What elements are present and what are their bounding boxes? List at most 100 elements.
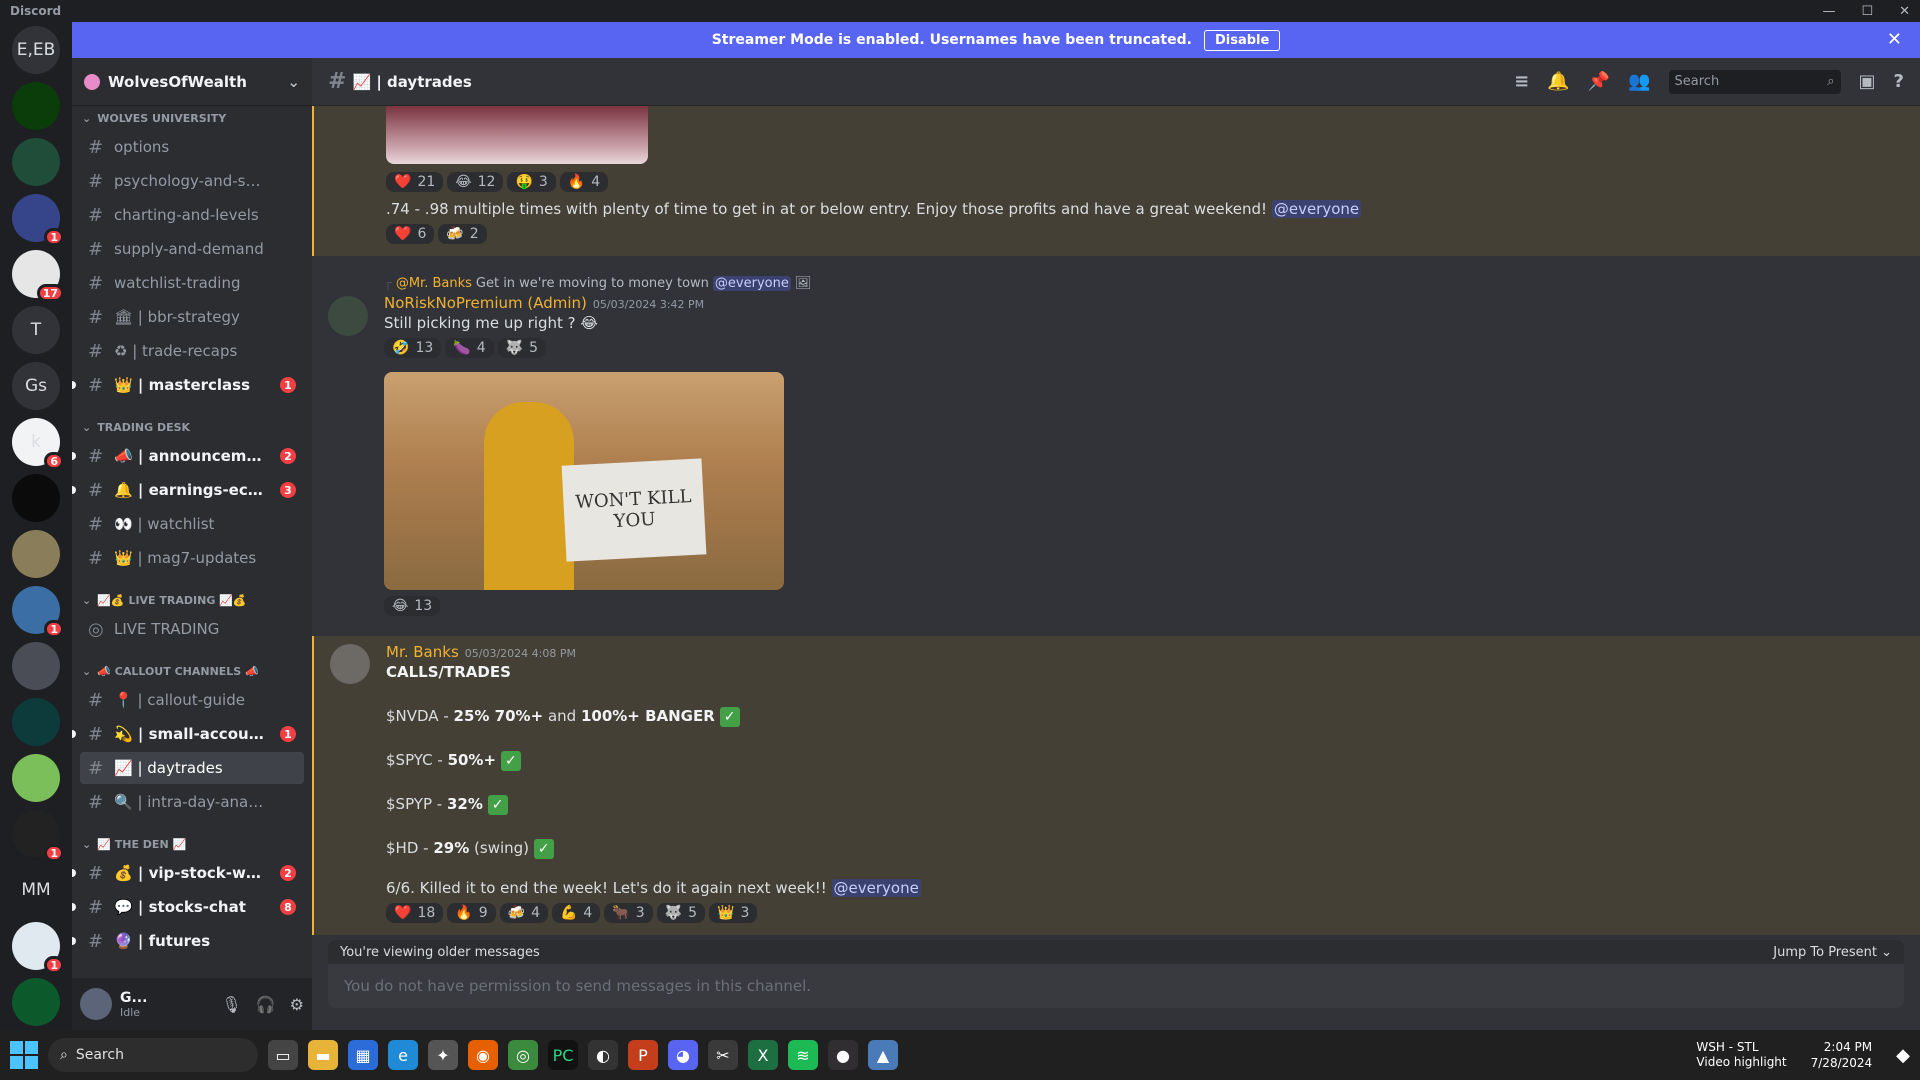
app-icon[interactable]: ◐ (588, 1040, 618, 1070)
chrome-icon[interactable]: ◎ (508, 1040, 538, 1070)
guild-header[interactable]: WolvesOfWealth ⌄ (72, 58, 312, 106)
reaction-chip[interactable]: 🐺 5 (656, 903, 706, 923)
channel-item[interactable]: # ♻ | trade-recaps (80, 335, 304, 367)
channel-category[interactable]: ⌄ 📈💰 LIVE TRADING 📈💰 (80, 576, 304, 611)
channel-item[interactable]: # options (80, 131, 304, 163)
server-icon[interactable]: T (12, 306, 60, 354)
channel-category[interactable]: ⌄ 📣 CALLOUT CHANNELS 📣 (80, 647, 304, 682)
reaction-chip[interactable]: 🤣 13 (384, 338, 442, 358)
pin-icon[interactable]: 📌 (1588, 71, 1610, 92)
store-icon[interactable]: ▦ (348, 1040, 378, 1070)
reaction-chip[interactable]: 🐂 3 (604, 903, 653, 923)
channel-item[interactable]: # 👀 | watchlist (80, 508, 304, 540)
discord-icon[interactable]: ◕ (668, 1040, 698, 1070)
channel-item[interactable]: # 💰 | vip-stock-wins 2 (72, 857, 304, 889)
weather-widget[interactable]: WSH - STL Video highlight (1696, 1040, 1786, 1070)
avatar[interactable] (328, 296, 368, 336)
server-icon[interactable]: 1 (12, 194, 64, 246)
server-icon[interactable] (12, 474, 60, 522)
server-icon[interactable] (12, 642, 60, 690)
channel-item[interactable]: # 👑 | mag7-updates (80, 542, 304, 574)
copilot-icon[interactable]: ◆ (1896, 1045, 1910, 1066)
reply-preview[interactable]: ┌ @Mr. Banks Get in we're moving to mone… (384, 276, 1904, 291)
close-banner-icon[interactable]: ✕ (1887, 29, 1902, 50)
edge-icon[interactable]: e (388, 1040, 418, 1070)
server-icon[interactable]: k6 (12, 418, 64, 470)
channel-item[interactable]: # 💬 | stocks-chat 8 (72, 891, 304, 923)
jump-to-present-button[interactable]: Jump To Present ⌄ (1773, 945, 1892, 960)
server-icon[interactable] (12, 754, 60, 802)
snipping-tool-icon[interactable]: ✂ (708, 1040, 738, 1070)
threads-icon[interactable]: ≡ (1514, 71, 1529, 92)
channel-category[interactable]: ⌄ TRADING DESK (80, 403, 304, 438)
clock[interactable]: 2:04 PM 7/28/2024 (1811, 1039, 1873, 1071)
powerpoint-icon[interactable]: P (628, 1040, 658, 1070)
server-icon[interactable]: 1 (12, 922, 64, 974)
server-icon[interactable]: 17 (12, 250, 64, 302)
reaction-chip[interactable]: ❤️ 18 (386, 903, 444, 923)
server-icon[interactable] (12, 138, 60, 186)
channel-item[interactable]: # supply-and-demand (80, 233, 304, 265)
reaction-chip[interactable]: 🐺 5 (497, 338, 546, 358)
close-icon[interactable]: ✕ (1899, 4, 1910, 19)
reaction-chip[interactable]: 😂 12 (447, 172, 504, 192)
reaction-chip[interactable]: 💪 4 (551, 903, 601, 923)
avatar[interactable] (80, 988, 112, 1020)
photos-icon[interactable]: ▲ (868, 1040, 898, 1070)
channel-item[interactable]: # 📍 | callout-guide (80, 684, 304, 716)
channel-item[interactable]: # psychology-and-strategi... (80, 165, 304, 197)
server-icon[interactable] (12, 698, 60, 746)
image-attachment[interactable] (386, 106, 648, 164)
reply-author[interactable]: @Mr. Banks (396, 276, 472, 291)
headphones-icon[interactable]: 🎧 (256, 995, 276, 1014)
reaction-chip[interactable]: 🍻 2 (438, 224, 487, 244)
channel-item[interactable]: # 🔮 | futures (72, 925, 304, 957)
spotify-icon[interactable]: ≋ (788, 1040, 818, 1070)
channel-category[interactable]: ⌄ WOLVES UNIVERSITY (80, 110, 304, 129)
channel-item[interactable]: # 📣 | announcements 2 (72, 440, 304, 472)
disable-streamer-button[interactable]: Disable (1203, 29, 1281, 51)
excel-icon[interactable]: X (748, 1040, 778, 1070)
server-icon[interactable]: Gs (12, 362, 60, 410)
taskbar-search[interactable]: ⌕ Search (48, 1038, 258, 1072)
obs-icon[interactable]: ● (828, 1040, 858, 1070)
bell-icon[interactable]: 🔔 (1547, 71, 1569, 92)
search-input[interactable]: Search ⌕ (1668, 69, 1841, 94)
server-icon[interactable]: MM (12, 866, 60, 914)
channel-item[interactable]: # charting-and-levels (80, 199, 304, 231)
reaction-chip[interactable]: ❤️ 6 (386, 224, 435, 244)
channel-item[interactable]: ◎ LIVE TRADING (80, 613, 304, 645)
windows-start-icon[interactable] (10, 1041, 38, 1069)
help-icon[interactable]: ? (1894, 71, 1904, 92)
firefox-icon[interactable]: ◉ (468, 1040, 498, 1070)
maximize-icon[interactable]: ☐ (1861, 4, 1873, 19)
reaction-chip[interactable]: ❤️ 21 (386, 172, 444, 192)
channel-item[interactable]: # 🔍 | intra-day-analysis (80, 786, 304, 818)
pycharm-icon[interactable]: PC (548, 1040, 578, 1070)
server-icon[interactable]: 1 (12, 810, 64, 862)
channel-item[interactable]: # 👑 | masterclass 1 (72, 369, 304, 401)
reaction-chip[interactable]: 🔥 9 (447, 903, 496, 923)
channel-item[interactable]: # 🏛 | bbr-strategy (80, 301, 304, 333)
reaction-chip[interactable]: 👑 3 (709, 903, 758, 923)
inbox-icon[interactable]: ▣ (1859, 71, 1876, 92)
avatar[interactable] (330, 644, 370, 684)
server-icon[interactable] (12, 978, 60, 1026)
server-icon[interactable] (12, 530, 60, 578)
reaction-chip[interactable]: 😂 13 (384, 596, 441, 616)
reaction-chip[interactable]: 🔥 4 (559, 172, 609, 192)
minimize-icon[interactable]: — (1822, 4, 1835, 19)
task-view-icon[interactable]: ▭ (268, 1040, 298, 1070)
file-explorer-icon[interactable]: ▬ (308, 1040, 338, 1070)
channel-item[interactable]: # 📈 | daytrades (80, 752, 304, 784)
server-icon[interactable]: 1 (12, 586, 64, 638)
gif-attachment[interactable]: WON'T KILL YOU (384, 372, 784, 590)
server-icon[interactable]: E,EB (12, 26, 60, 74)
channel-category[interactable]: ⌄ 📈 THE DEN 📈 (80, 820, 304, 855)
mention[interactable]: @everyone (712, 276, 791, 291)
reaction-chip[interactable]: 🤑 3 (507, 172, 556, 192)
app-icon[interactable]: ✦ (428, 1040, 458, 1070)
author-name[interactable]: NoRiskNoPremium (Admin) (384, 294, 587, 312)
microphone-icon[interactable]: 🎙 (221, 995, 241, 1014)
reaction-chip[interactable]: 🍆 4 (445, 338, 494, 358)
